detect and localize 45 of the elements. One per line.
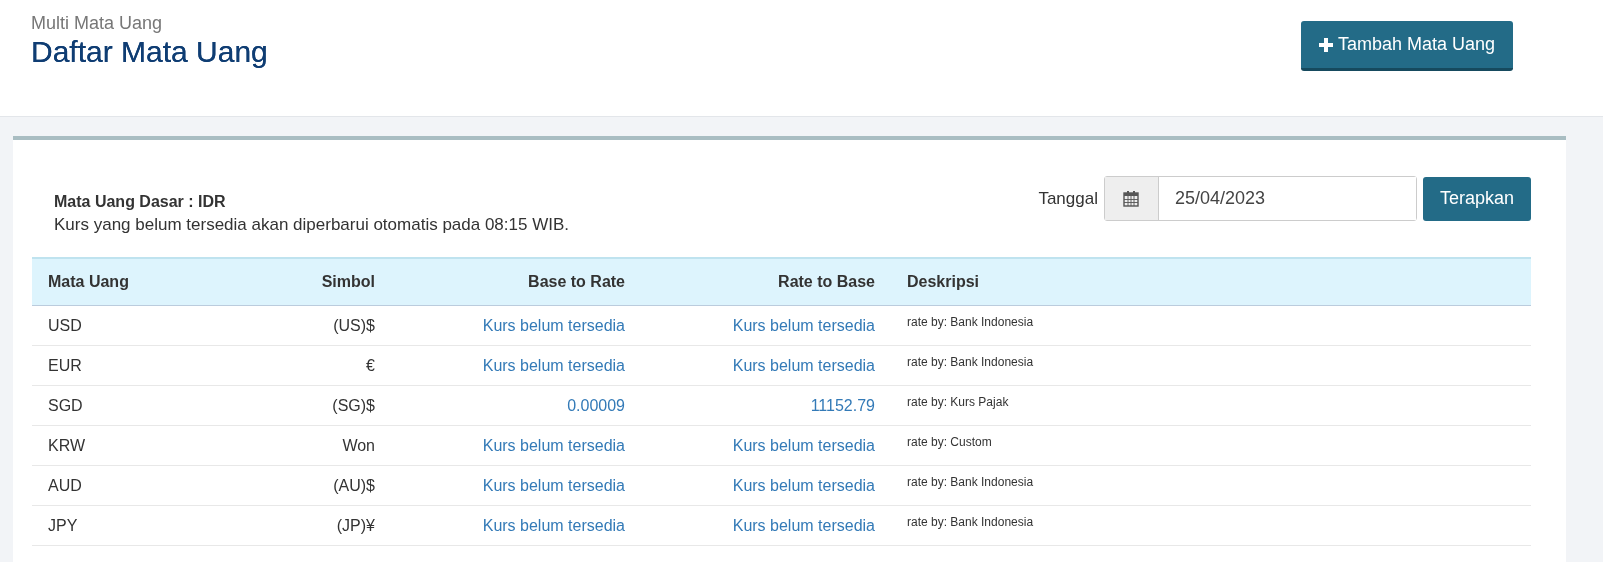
table-cell: 0.00009	[391, 385, 641, 426]
page-title: Daftar Mata Uang	[31, 34, 268, 70]
table-cell: Kurs belum tersedia	[391, 425, 641, 466]
table-cell: Kurs belum tersedia	[641, 505, 891, 546]
table-cell: rate by: Bank Indonesia	[891, 305, 1531, 346]
table-cell: USD	[32, 305, 250, 346]
table-cell: Won	[250, 425, 391, 466]
base-currency-label: Mata Uang Dasar : IDR	[54, 192, 227, 212]
table-cell: €	[250, 345, 391, 386]
column-header: Simbol	[250, 258, 391, 306]
column-header: Mata Uang	[32, 258, 250, 306]
table-cell: rate by: Custom	[891, 425, 1531, 466]
table-cell: rate by: Kurs Pajak	[891, 385, 1531, 426]
table-cell: Kurs belum tersedia	[391, 465, 641, 506]
table-cell: AUD	[32, 465, 250, 506]
table-cell: Kurs belum tersedia	[391, 505, 641, 546]
table-cell: Kurs belum tersedia	[641, 465, 891, 506]
table-cell: Kurs belum tersedia	[391, 305, 641, 346]
table-cell: KRW	[32, 425, 250, 466]
column-header: Deskripsi	[891, 258, 1531, 306]
table-cell: SGD	[32, 385, 250, 426]
table-cell: (SG)$	[250, 385, 391, 426]
table-cell: rate by: Bank Indonesia	[891, 345, 1531, 386]
column-header: Rate to Base	[641, 258, 891, 306]
date-field[interactable]: 25/04/2023	[1103, 176, 1417, 221]
table-cell: (AU)$	[250, 465, 391, 506]
apply-button[interactable]: Terapkan	[1422, 176, 1531, 221]
calendar-icon	[1123, 190, 1140, 207]
table-cell: 11152.79	[641, 385, 891, 426]
table-cell: rate by: Bank Indonesia	[891, 505, 1531, 546]
column-header: Base to Rate	[391, 258, 641, 306]
table-cell: JPY	[32, 505, 250, 546]
table-cell: rate by: Bank Indonesia	[891, 465, 1531, 506]
table-cell: Kurs belum tersedia	[641, 305, 891, 346]
table-cell: EUR	[32, 345, 250, 386]
table-cell: Kurs belum tersedia	[391, 345, 641, 386]
table-cell: (US)$	[250, 305, 391, 346]
info-note: Kurs yang belum tersedia akan diperbarui otomatis pada 08:15 WIB.	[54, 214, 569, 236]
table-cell: (JP)¥	[250, 505, 391, 546]
page-subtitle: Multi Mata Uang	[31, 12, 164, 34]
plus-icon	[1318, 37, 1333, 52]
table-cell: Kurs belum tersedia	[641, 425, 891, 466]
date-label: Tanggal	[1038, 188, 1098, 209]
table-cell: Kurs belum tersedia	[641, 345, 891, 386]
add-currency-button[interactable]: Tambah Mata Uang	[1300, 21, 1513, 71]
